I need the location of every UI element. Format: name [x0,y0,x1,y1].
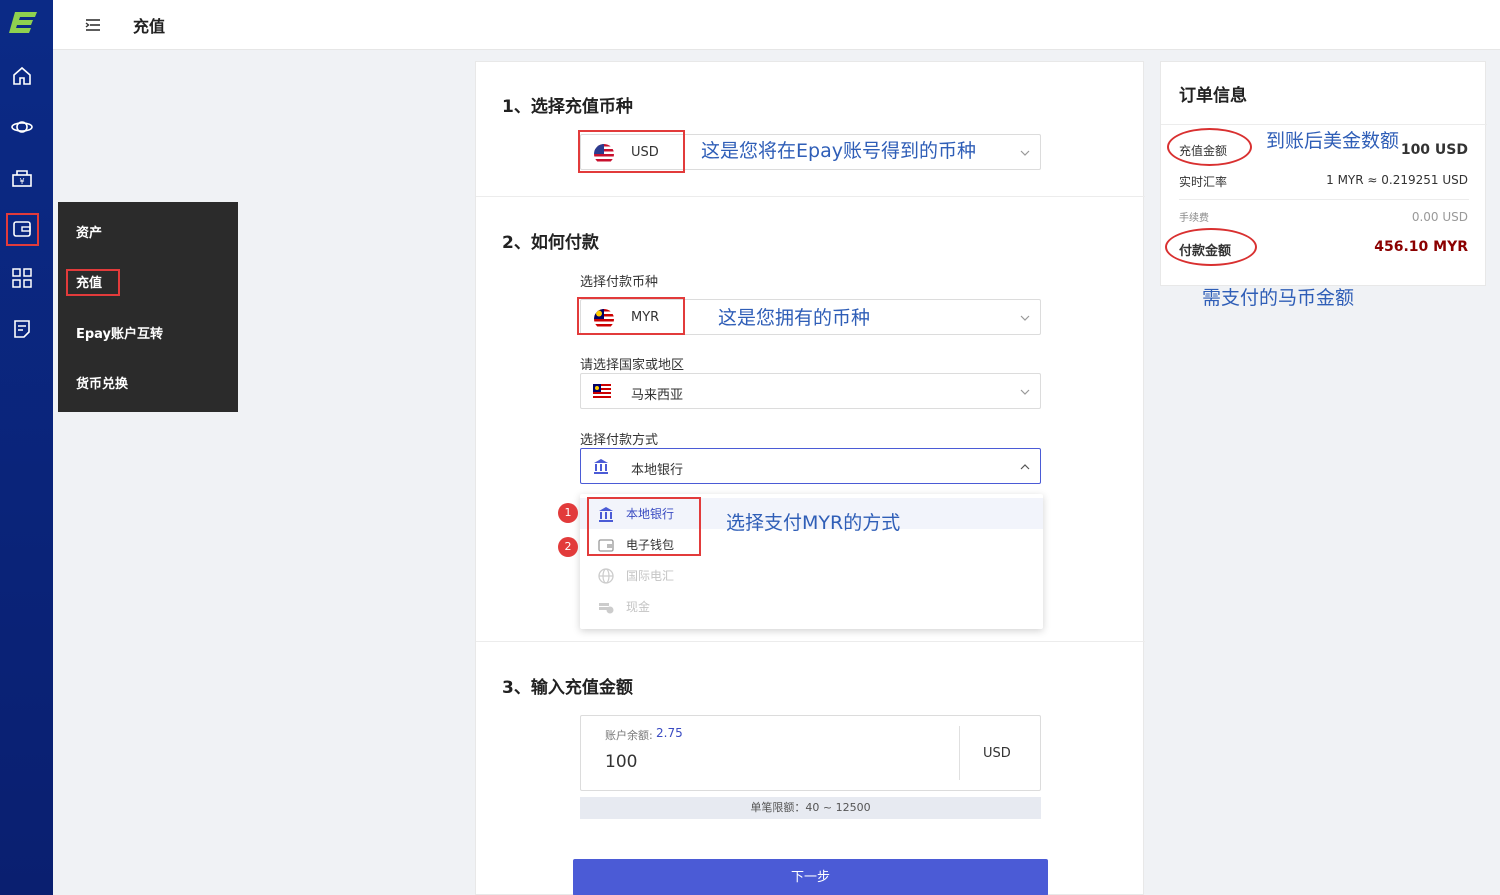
divider [476,641,1145,642]
country-label: 请选择国家或地区 [580,358,685,373]
chevron-down-icon [1020,386,1030,396]
menu-toggle-icon[interactable] [85,17,101,33]
highlight-box-methods [587,497,701,556]
pay-currency-label: 选择付款币种 [580,275,659,290]
step-badge-1: 1 [558,503,578,523]
page-title: 充值 [133,17,166,36]
note-icon[interactable] [10,317,34,341]
svg-text:¥: ¥ [19,177,24,186]
active-rail-highlight [6,213,39,246]
pay-method-label: 选择付款方式 [580,433,659,448]
highlight-ellipse-recharge [1167,128,1252,166]
divider [1161,124,1487,125]
amount-currency: USD [983,746,1011,761]
wallet-flyout-menu: 资产 充值 Epay账户互转 货币兑换 [58,202,238,412]
dd-option-cash: 现金 [580,591,1043,622]
globe-icon [598,568,614,584]
home-icon[interactable] [10,64,34,88]
divider [476,196,1145,197]
left-rail: ¥ [0,0,53,895]
apps-grid-icon[interactable] [10,266,34,290]
balance-value: 2.75 [656,726,683,740]
amount-input-box: 账户余额: 2.75 100 USD [580,715,1041,791]
bank-icon [593,458,609,478]
flyout-item-exchange[interactable]: 货币兑换 [76,373,128,392]
recharge-amount-value: 100 USD [1400,142,1468,158]
my-flag-icon [593,384,611,402]
fee-value: 0.00 USD [1411,210,1468,224]
rate-label: 实时汇率 [1179,175,1228,189]
chevron-up-icon [1020,461,1030,471]
highlight-box-usd [578,130,685,173]
order-info-panel: 订单信息 充值金额 到账后美金数额 100 USD 实时汇率 1 MYR ≈ 0… [1160,61,1487,286]
flyout-item-transfer[interactable]: Epay账户互转 [76,323,163,342]
single-limit-note: 单笔限额：40 ~ 12500 [580,797,1041,819]
section-title-currency: 1、选择充值币种 [502,97,633,117]
cash-icon [598,599,614,615]
pay-method-select[interactable]: 本地银行 [580,448,1041,484]
yuan-box-icon[interactable]: ¥ [10,166,34,190]
pay-amount-value: 456.10 MYR [1374,239,1468,255]
flyout-item-assets[interactable]: 资产 [76,222,102,241]
section-title-amount: 3、输入充值金额 [502,678,633,698]
annotation-pay-currency: 这是您拥有的币种 [718,307,871,329]
dd-option-label: 现金 [626,600,651,614]
dd-option-label: 国际电汇 [626,569,675,583]
section-title-payment: 2、如何付款 [502,233,599,253]
annotation-currency: 这是您将在Epay账号得到的币种 [701,140,976,162]
country-value: 马来西亚 [631,388,684,403]
recharge-form-card: 1、选择充值币种 USD 这是您将在Epay账号得到的币种 2、如何付款 选择付… [475,61,1145,895]
logo-icon[interactable] [9,9,39,35]
next-step-button[interactable]: 下一步 [573,859,1048,895]
country-select[interactable]: 马来西亚 [580,373,1041,409]
divider [959,726,960,780]
divider [1179,199,1469,200]
step-badge-2: 2 [558,537,578,557]
balance-label: 账户余额: [605,729,653,742]
annotation-recharge: 到账后美金数额 [1266,130,1400,152]
dd-option-wire: 国际电汇 [580,560,1043,591]
chevron-down-icon [1020,312,1030,322]
highlight-ellipse-pay [1165,228,1257,266]
fee-label: 手续费 [1179,213,1209,224]
highlight-box-myr [577,297,685,335]
amount-input[interactable]: 100 [605,752,637,772]
top-header: 充值 [53,0,1500,50]
planet-icon[interactable] [10,115,34,139]
rate-value: 1 MYR ≈ 0.219251 USD [1326,173,1468,187]
chevron-down-icon [1020,147,1030,157]
order-title: 订单信息 [1179,86,1247,106]
pay-method-value: 本地银行 [631,463,684,478]
flyout-active-highlight [66,269,120,296]
annotation-pay-amount: 需支付的马币金额 [1202,287,1355,309]
annotation-pay-method: 选择支付MYR的方式 [726,512,901,534]
